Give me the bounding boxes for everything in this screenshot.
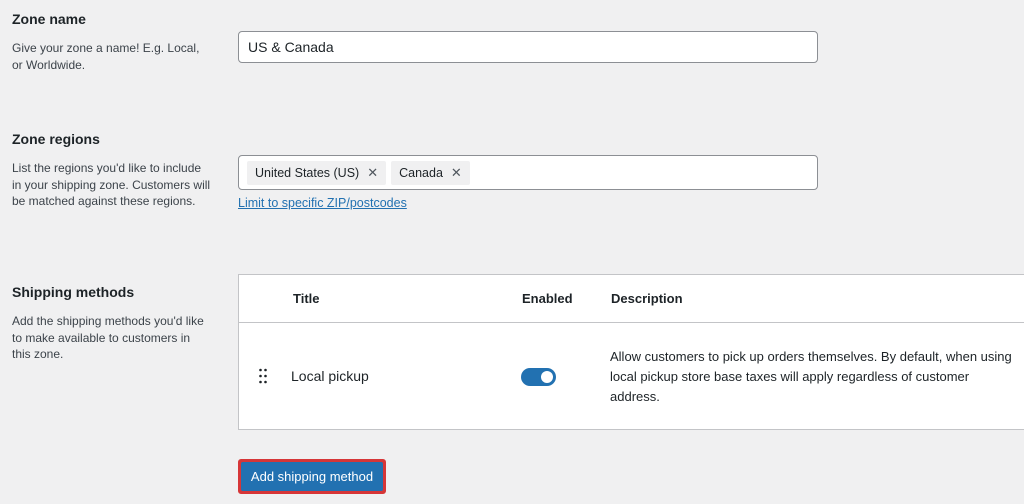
remove-icon[interactable]: ✕ (367, 166, 378, 179)
shipping-methods-heading: Shipping methods (12, 284, 135, 300)
limit-postcodes-link[interactable]: Limit to specific ZIP/postcodes (238, 196, 407, 210)
shipping-methods-table: Title Enabled Description Local pickup A… (238, 274, 1024, 430)
drag-handle-icon[interactable] (258, 368, 268, 384)
zone-name-input[interactable] (238, 31, 818, 63)
toggle-knob (541, 371, 553, 383)
remove-icon[interactable]: ✕ (451, 166, 462, 179)
region-tag-label: Canada (399, 165, 443, 180)
column-header-enabled: Enabled (522, 291, 573, 306)
method-title[interactable]: Local pickup (291, 368, 369, 384)
column-header-title: Title (293, 291, 320, 306)
zone-regions-description: List the regions you'd like to include i… (12, 161, 211, 208)
column-header-description: Description (611, 291, 683, 306)
table-row: Local pickup Allow customers to pick up … (239, 323, 1024, 430)
add-shipping-method-button[interactable]: Add shipping method (238, 459, 386, 494)
method-description: Allow customers to pick up orders themse… (610, 349, 1012, 404)
zone-regions-heading: Zone regions (12, 131, 100, 147)
region-tag-label: United States (US) (255, 165, 360, 180)
zone-name-description: Give your zone a name! E.g. Local, or Wo… (12, 41, 200, 72)
region-tag-canada[interactable]: Canada ✕ (391, 160, 470, 185)
region-tag-us[interactable]: United States (US) ✕ (247, 160, 387, 185)
shipping-zone-form: Zone name Give your zone a name! E.g. Lo… (0, 0, 1024, 504)
add-shipping-method-label: Add shipping method (241, 462, 383, 491)
zone-regions-select[interactable]: United States (US) ✕ Canada ✕ (238, 155, 818, 190)
shipping-methods-description: Add the shipping methods you'd like to m… (12, 314, 204, 361)
method-enabled-toggle[interactable] (521, 368, 556, 386)
zone-name-heading: Zone name (12, 11, 86, 27)
table-header: Title Enabled Description (239, 275, 1024, 323)
